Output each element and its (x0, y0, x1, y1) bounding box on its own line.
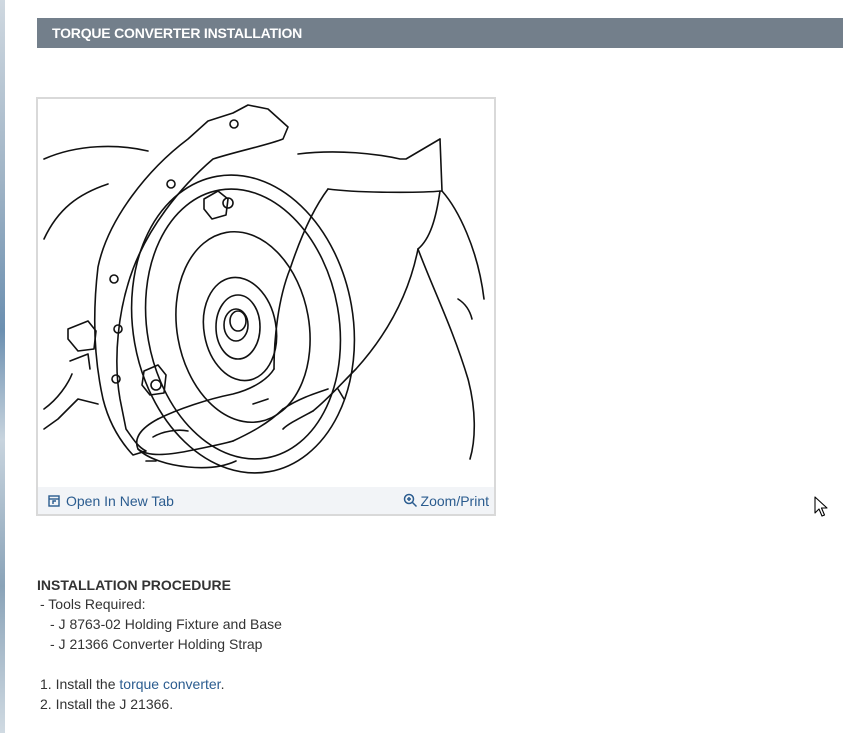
procedure-title: INSTALLATION PROCEDURE (37, 577, 231, 593)
tool-item: - J 21366 Converter Holding Strap (50, 636, 263, 652)
mouse-pointer-icon (814, 496, 828, 517)
zoom-in-icon (403, 493, 417, 508)
torque-converter-link[interactable]: torque converter (119, 676, 220, 692)
figure-panel: Open In New Tab Zoom/Print (36, 97, 496, 516)
step-2: 2. Install the J 21366. (40, 696, 174, 712)
open-in-new-tab-icon (48, 494, 60, 507)
step-1-prefix: 1. Install the (40, 676, 120, 692)
left-window-edge (0, 0, 5, 733)
step-1: 1. Install the torque converter. (40, 674, 797, 694)
steps-list: 1. Install the torque converter. 2. Inst… (37, 674, 797, 714)
zoom-print-label: Zoom/Print (420, 492, 489, 509)
zoom-print-link[interactable]: Zoom/Print (403, 493, 489, 509)
tools-required-label: - Tools Required: (40, 596, 146, 612)
section-header: TORQUE CONVERTER INSTALLATION (37, 18, 843, 48)
procedure-section: INSTALLATION PROCEDURE - Tools Required:… (37, 576, 797, 714)
open-in-new-tab-label: Open In New Tab (66, 492, 174, 509)
open-in-new-tab-link[interactable]: Open In New Tab (48, 493, 174, 509)
section-title: TORQUE CONVERTER INSTALLATION (52, 25, 303, 41)
torque-converter-illustration[interactable] (38, 99, 494, 487)
tool-item: - J 8763-02 Holding Fixture and Base (50, 616, 282, 632)
step-1-suffix: . (220, 676, 225, 692)
page: TORQUE CONVERTER INSTALLATION Open In Ne… (0, 0, 843, 733)
figure-toolbar: Open In New Tab Zoom/Print (38, 487, 494, 514)
